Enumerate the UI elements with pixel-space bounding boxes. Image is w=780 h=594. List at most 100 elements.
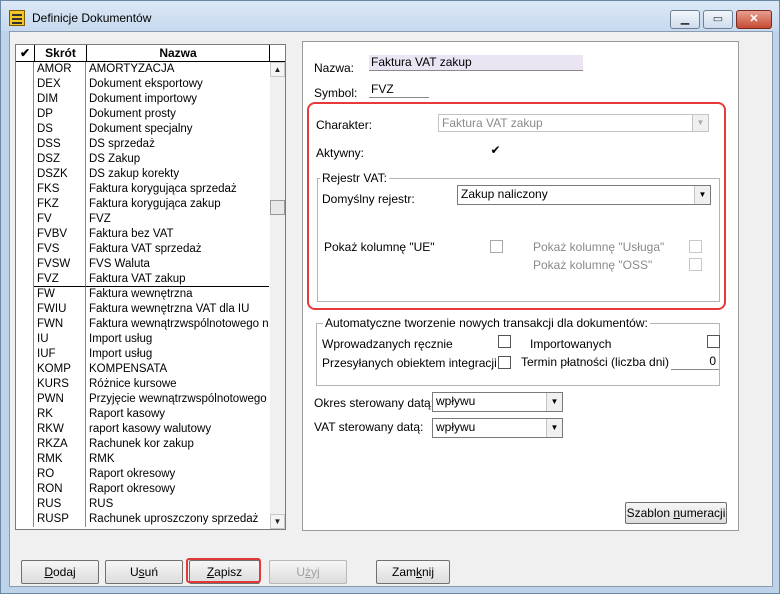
- pokaz-oss-checkbox[interactable]: [689, 258, 702, 271]
- row-check-cell[interactable]: [16, 452, 34, 467]
- zapisz-button[interactable]: Zapisz: [189, 560, 260, 584]
- scroll-up-button[interactable]: ▲: [270, 62, 285, 77]
- scroll-thumb[interactable]: [270, 200, 285, 215]
- domyslny-rejestr-select[interactable]: Zakup naliczony ▼: [457, 185, 711, 205]
- nazwa-field[interactable]: Faktura VAT zakup: [369, 55, 583, 71]
- vat-select[interactable]: wpływu ▼: [432, 418, 563, 438]
- list-item[interactable]: RO Raport okresowy: [16, 467, 269, 482]
- row-check-cell[interactable]: [16, 167, 34, 182]
- pokaz-ue-checkbox[interactable]: [490, 240, 503, 253]
- code-column-header[interactable]: Skrót: [35, 45, 87, 62]
- list-item[interactable]: DP Dokument prosty: [16, 107, 269, 122]
- list-item[interactable]: RON Raport okresowy: [16, 482, 269, 497]
- row-check-cell[interactable]: [16, 422, 34, 437]
- list-item[interactable]: FVSW FVS Waluta: [16, 257, 269, 272]
- list-item[interactable]: RUSP Rachunek uproszczony sprzedaż: [16, 512, 269, 527]
- row-check-cell[interactable]: [16, 182, 34, 197]
- list-item[interactable]: FV FVZ: [16, 212, 269, 227]
- row-check-cell[interactable]: [16, 332, 34, 347]
- row-check-cell[interactable]: [16, 197, 34, 212]
- list-item[interactable]: DSZ DS Zakup: [16, 152, 269, 167]
- title-bar[interactable]: Definicje Dokumentów ▁ ▭ ✕: [1, 1, 779, 31]
- list-item[interactable]: DSS DS sprzedaż: [16, 137, 269, 152]
- maximize-button[interactable]: ▭: [703, 10, 733, 29]
- row-check-cell[interactable]: [16, 257, 34, 272]
- close-button[interactable]: ✕: [736, 10, 772, 29]
- list-item[interactable]: FKS Faktura korygująca sprzedaż: [16, 182, 269, 197]
- row-check-cell[interactable]: [16, 407, 34, 422]
- list-item[interactable]: DS Dokument specjalny: [16, 122, 269, 137]
- scroll-down-button[interactable]: ▼: [270, 514, 285, 529]
- przesylanych-checkbox[interactable]: [498, 356, 511, 369]
- row-check-cell[interactable]: [16, 377, 34, 392]
- row-check-cell[interactable]: [16, 62, 34, 77]
- row-check-cell[interactable]: [16, 242, 34, 257]
- usun-button[interactable]: Usuń: [105, 560, 183, 584]
- list-item[interactable]: DSZK DS zakup korekty: [16, 167, 269, 182]
- list-item[interactable]: FVBV Faktura bez VAT: [16, 227, 269, 242]
- list-item[interactable]: DIM Dokument importowy: [16, 92, 269, 107]
- szablon-numeracji-button[interactable]: Szablon numeracji: [625, 502, 727, 524]
- row-check-cell[interactable]: [16, 107, 34, 122]
- row-check-cell[interactable]: [16, 437, 34, 452]
- list-item[interactable]: IU Import usług: [16, 332, 269, 347]
- row-check-cell[interactable]: [16, 287, 34, 302]
- row-check-cell[interactable]: [16, 272, 34, 287]
- list-item[interactable]: RKZA Rachunek kor zakup: [16, 437, 269, 452]
- vat-value: wpływu: [436, 420, 476, 434]
- row-check-cell[interactable]: [16, 317, 34, 332]
- row-check-cell[interactable]: [16, 152, 34, 167]
- minimize-button[interactable]: ▁: [670, 10, 700, 29]
- list-scrollbar[interactable]: ▲ ▼: [270, 62, 285, 529]
- row-check-cell[interactable]: [16, 77, 34, 92]
- list-item[interactable]: RUS RUS: [16, 497, 269, 512]
- charakter-select[interactable]: Faktura VAT zakup ▼: [438, 114, 709, 132]
- symbol-field[interactable]: FVZ: [369, 82, 429, 98]
- name-column-header[interactable]: Nazwa: [87, 45, 270, 62]
- termin-field[interactable]: 0: [671, 354, 719, 370]
- importowanych-checkbox[interactable]: [707, 335, 720, 348]
- row-name-cell: Faktura wewnętrzna: [89, 288, 193, 300]
- list-item[interactable]: FVZ Faktura VAT zakup: [16, 272, 269, 287]
- list-item[interactable]: AMOR AMORTYZACJA: [16, 62, 269, 77]
- row-check-cell[interactable]: [16, 497, 34, 512]
- list-item[interactable]: KOMP KOMPENSATA: [16, 362, 269, 377]
- list-item[interactable]: FWN Faktura wewnątrzwspólnotowego na: [16, 317, 269, 332]
- row-name-cell: Faktura korygująca sprzedaż: [89, 183, 237, 195]
- zamknij-button[interactable]: Zamknij: [376, 560, 450, 584]
- pokaz-usluga-checkbox[interactable]: [689, 240, 702, 253]
- list-item[interactable]: PWN Przyjęcie wewnątrzwspólnotowego n: [16, 392, 269, 407]
- list-item[interactable]: IUF Import usług: [16, 347, 269, 362]
- row-check-cell[interactable]: [16, 122, 34, 137]
- list-item[interactable]: FWIU Faktura wewnętrzna VAT dla IU: [16, 302, 269, 317]
- check-column-header[interactable]: ✔: [16, 45, 35, 62]
- row-name-cell: FVS Waluta: [89, 258, 150, 270]
- list-item[interactable]: RKW raport kasowy walutowy: [16, 422, 269, 437]
- aktywny-checkbox[interactable]: ✔: [489, 144, 502, 158]
- document-list[interactable]: ✔ Skrót Nazwa AMOR AMORTYZACJA DEX Dokument…: [15, 44, 286, 530]
- row-check-cell[interactable]: [16, 227, 34, 242]
- row-check-cell[interactable]: [16, 212, 34, 227]
- row-check-cell[interactable]: [16, 137, 34, 152]
- list-item[interactable]: FVS Faktura VAT sprzedaż: [16, 242, 269, 257]
- row-check-cell[interactable]: [16, 392, 34, 407]
- list-item[interactable]: RK Raport kasowy: [16, 407, 269, 422]
- wprowadzanych-checkbox[interactable]: [498, 335, 511, 348]
- row-check-cell[interactable]: [16, 482, 34, 497]
- row-check-cell[interactable]: [16, 347, 34, 362]
- row-check-cell[interactable]: [16, 302, 34, 317]
- row-check-cell[interactable]: [16, 467, 34, 482]
- row-check-cell[interactable]: [16, 512, 34, 527]
- dodaj-button[interactable]: Dodaj: [21, 560, 99, 584]
- list-item[interactable]: KURS Różnice kursowe: [16, 377, 269, 392]
- row-check-cell[interactable]: [16, 362, 34, 377]
- list-item[interactable]: DEX Dokument eksportowy: [16, 77, 269, 92]
- list-item[interactable]: FW Faktura wewnętrzna: [16, 287, 269, 302]
- list-header: ✔ Skrót Nazwa: [16, 45, 285, 62]
- okres-select[interactable]: wpływu ▼: [432, 392, 563, 412]
- list-item[interactable]: RMK RMK: [16, 452, 269, 467]
- row-code-cell: PWN: [34, 392, 86, 407]
- list-item[interactable]: FKZ Faktura korygująca zakup: [16, 197, 269, 212]
- row-check-cell[interactable]: [16, 92, 34, 107]
- uzyj-button[interactable]: Użyj: [269, 560, 347, 584]
